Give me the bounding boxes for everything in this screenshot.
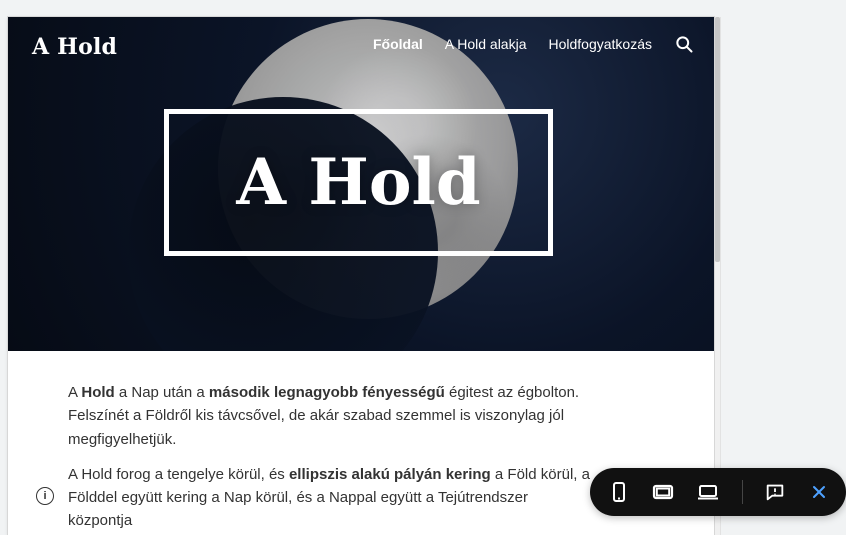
search-icon (676, 36, 693, 53)
hero: A Hold Főoldal A Hold alakja Holdfogyatk… (8, 17, 714, 351)
device-toolbar (590, 468, 846, 516)
tablet-view-button[interactable] (652, 480, 674, 504)
p1-bold-1: Hold (81, 384, 115, 401)
paragraph-1: A Hold a Nap után a második legnagyobb f… (68, 381, 594, 451)
info-icon[interactable]: i (36, 487, 54, 505)
hero-title-box: A Hold (164, 109, 553, 256)
topbar: A Hold Főoldal A Hold alakja Holdfogyatk… (8, 17, 714, 73)
laptop-icon (697, 485, 718, 500)
phone-view-button[interactable] (608, 480, 630, 504)
p1-pre: A (68, 384, 82, 401)
close-icon (813, 486, 826, 498)
paragraph-2: A Hold forog a tengelye körül, és ellips… (68, 463, 594, 533)
main-nav: Főoldal A Hold alakja Holdfogyatkozás (373, 34, 694, 54)
nav-item-lunar-eclipse[interactable]: Holdfogyatkozás (548, 36, 652, 52)
p2-pre: A Hold forog a tengelye körül, és (68, 465, 289, 483)
feedback-icon (767, 484, 784, 501)
phone-icon (612, 482, 625, 502)
close-button[interactable] (808, 480, 830, 504)
p2-bold: ellipszis alakú pályán kering (288, 465, 491, 483)
toolbar-separator (741, 480, 743, 504)
p1-mid-1: a Nap után a (114, 384, 209, 401)
right-pane (720, 17, 846, 535)
p1-bold-2: második legnagyobb fényességű (208, 384, 445, 401)
laptop-view-button[interactable] (696, 480, 720, 504)
search-button[interactable] (674, 34, 694, 54)
nav-item-moon-shape[interactable]: A Hold alakja (445, 36, 527, 52)
feedback-button[interactable] (764, 480, 786, 504)
site-brand[interactable]: A Hold (32, 34, 117, 60)
tablet-icon (652, 484, 673, 500)
nav-item-home[interactable]: Főoldal (373, 36, 423, 52)
hero-title: A Hold (236, 144, 481, 220)
preview-frame: A Hold Főoldal A Hold alakja Holdfogyatk… (8, 17, 714, 535)
